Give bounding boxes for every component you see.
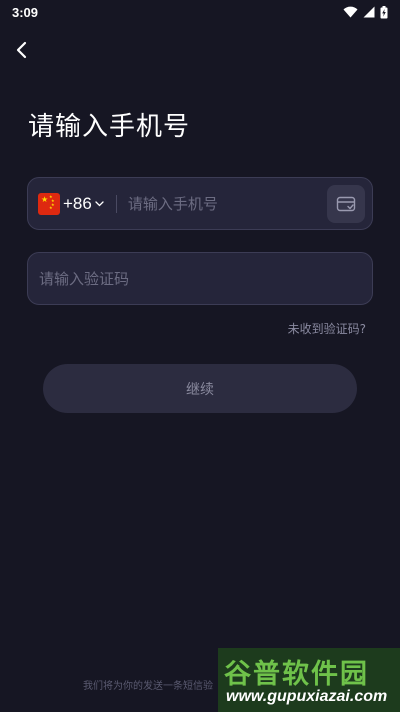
footer-note: 我们将为你的发送一条短信验 — [83, 681, 213, 692]
contacts-book-icon — [336, 196, 356, 211]
phone-number-field: ★ ★ ★ ★ ★ +86 — [27, 177, 373, 230]
china-flag-icon: ★ ★ ★ ★ ★ — [38, 192, 60, 215]
country-code-label: +86 — [63, 193, 92, 213]
battery-charging-icon — [380, 5, 388, 18]
country-code-selector[interactable]: ★ ★ ★ ★ ★ +86 — [38, 192, 104, 215]
verification-code-input[interactable] — [39, 269, 372, 288]
watermark-logo: 谷普软件园 — [224, 659, 369, 690]
cellular-signal-icon — [363, 6, 375, 18]
status-icons — [343, 5, 388, 19]
contacts-button[interactable] — [327, 184, 365, 223]
continue-button[interactable]: 继续 — [43, 364, 357, 413]
status-time: 3:09 — [12, 4, 39, 20]
wifi-icon — [343, 6, 358, 18]
watermark-url: www.gupuxiazai.com — [226, 688, 388, 705]
no-code-received-link[interactable]: 未收到验证码? — [288, 320, 366, 337]
chevron-down-icon — [95, 200, 104, 206]
back-button[interactable] — [10, 38, 34, 62]
phone-input[interactable] — [127, 194, 327, 213]
chevron-left-icon — [16, 41, 27, 59]
field-divider — [115, 194, 117, 213]
verification-code-field — [27, 252, 373, 305]
watermark: 谷普软件园 www.gupuxiazai.com — [218, 648, 400, 712]
page-title: 请输入手机号 — [28, 112, 191, 142]
status-bar: 3:09 — [0, 0, 400, 24]
